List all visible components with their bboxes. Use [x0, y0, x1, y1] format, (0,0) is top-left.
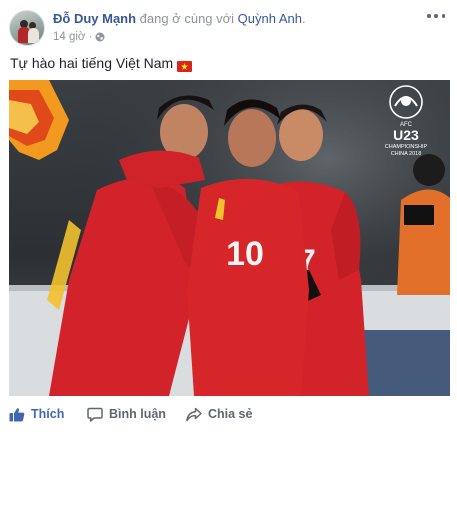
thumbs-up-icon	[9, 407, 25, 421]
share-button[interactable]: Chia sẻ	[186, 403, 252, 425]
meta-separator: ·	[88, 31, 93, 43]
post-header: Đỗ Duy Mạnh đang ở cùng với Quỳnh Anh.	[53, 11, 306, 27]
post-message: Tự hào hai tiếng Việt Nam	[10, 55, 174, 71]
more-options-icon[interactable]	[427, 10, 445, 22]
badge-line-championship: CHAMPIONSHIP	[385, 144, 428, 150]
post-photo[interactable]: AFC U23 CHAMPIONSHIP CHINA 2018 17	[9, 80, 450, 396]
author-name-link[interactable]: Đỗ Duy Mạnh	[53, 11, 136, 26]
post-text: Tự hào hai tiếng Việt Nam	[10, 54, 193, 72]
globe-icon[interactable]	[95, 32, 105, 42]
comment-button[interactable]: Bình luận	[87, 403, 166, 425]
share-arrow-icon	[186, 407, 202, 421]
comment-bubble-icon	[87, 407, 103, 422]
vietnam-flag-icon	[177, 58, 193, 72]
jersey-number-10: 10	[226, 235, 264, 273]
author-avatar[interactable]	[9, 10, 45, 46]
post-meta: 14 giờ ·	[53, 31, 105, 43]
tagged-suffix: .	[302, 11, 306, 26]
post-actions-bar: Thích Bình luận Chia sẻ	[0, 403, 457, 425]
share-label: Chia sẻ	[208, 407, 253, 421]
like-label: Thích	[31, 407, 65, 421]
tagged-name-link[interactable]: Quỳnh Anh	[238, 11, 302, 26]
post-card: Đỗ Duy Mạnh đang ở cùng với Quỳnh Anh. 1…	[0, 0, 457, 507]
comment-label: Bình luận	[109, 407, 166, 421]
post-timestamp[interactable]: 14 giờ	[53, 31, 85, 43]
badge-line-china: CHINA 2018	[391, 151, 422, 157]
badge-line-u23: U23	[393, 127, 419, 143]
with-text: đang ở cùng với	[136, 11, 238, 26]
like-button[interactable]: Thích	[9, 403, 64, 425]
